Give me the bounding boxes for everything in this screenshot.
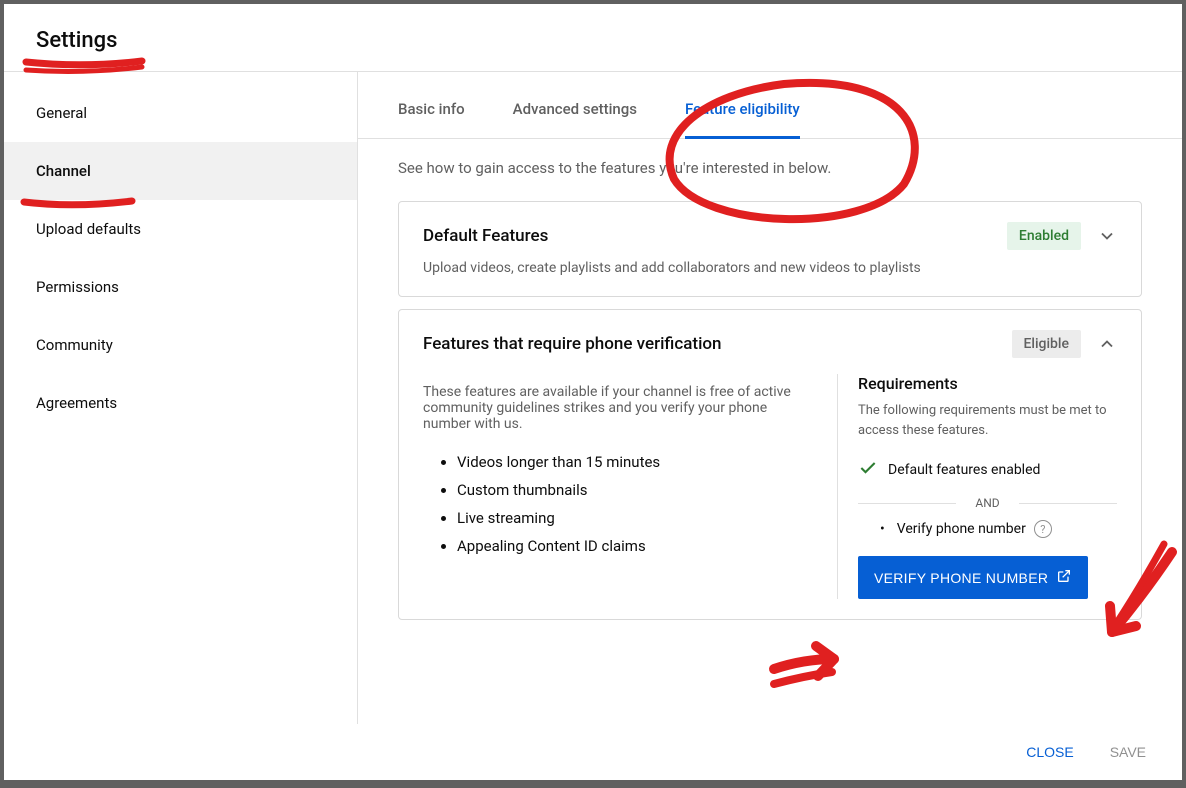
save-button[interactable]: SAVE (1106, 738, 1150, 766)
feature-item: Videos longer than 15 minutes (457, 448, 817, 476)
phone-verification-card: Features that require phone verification… (398, 309, 1142, 620)
requirement-pending: Verify phone number ? (858, 520, 1117, 538)
and-divider: AND (858, 496, 1117, 510)
sidebar-item-label: Agreements (36, 394, 117, 412)
requirements-panel: Requirements The following requirements … (837, 374, 1117, 599)
sidebar-item-label: Permissions (36, 278, 119, 296)
sidebar-item-label: General (36, 104, 87, 122)
features-list: Videos longer than 15 minutes Custom thu… (423, 448, 817, 560)
tab-advanced-settings[interactable]: Advanced settings (513, 100, 637, 138)
card-title: Default Features (423, 226, 991, 246)
help-icon[interactable]: ? (1034, 520, 1052, 538)
sidebar-item-label: Upload defaults (36, 220, 141, 238)
status-badge-eligible: Eligible (1012, 330, 1082, 358)
card-description: Upload videos, create playlists and add … (423, 260, 1117, 276)
dialog-header: Settings (4, 4, 1182, 72)
requirement-text: Default features enabled (888, 462, 1040, 478)
sidebar-item-permissions[interactable]: Permissions (4, 258, 357, 316)
requirements-list: Default features enabled AND Verify phon… (858, 454, 1117, 538)
card-title: Features that require phone verification (423, 334, 996, 354)
sidebar-item-label: Channel (36, 162, 91, 180)
verify-phone-number-button[interactable]: VERIFY PHONE NUMBER (858, 556, 1088, 599)
sidebar-item-community[interactable]: Community (4, 316, 357, 374)
requirements-title: Requirements (858, 374, 1117, 393)
card-header[interactable]: Default Features Enabled (423, 222, 1117, 250)
feature-item: Appealing Content ID claims (457, 532, 817, 560)
requirement-met: Default features enabled (858, 454, 1117, 486)
dialog-footer: CLOSE SAVE (4, 724, 1182, 780)
requirements-description: The following requirements must be met t… (858, 401, 1117, 440)
main-panel: Basic info Advanced settings Feature eli… (358, 72, 1182, 724)
sidebar-item-agreements[interactable]: Agreements (4, 374, 357, 432)
button-label: VERIFY PHONE NUMBER (874, 570, 1048, 586)
sidebar-item-upload-defaults[interactable]: Upload defaults (4, 200, 357, 258)
tab-basic-info[interactable]: Basic info (398, 100, 465, 138)
tab-label: Feature eligibility (685, 100, 800, 118)
close-button[interactable]: CLOSE (1022, 738, 1077, 766)
tab-feature-eligibility[interactable]: Feature eligibility (685, 100, 800, 138)
status-badge-enabled: Enabled (1007, 222, 1081, 250)
sidebar-item-label: Community (36, 336, 113, 354)
card-left: These features are available if your cha… (423, 374, 837, 599)
tab-label: Advanced settings (513, 100, 637, 118)
tab-label: Basic info (398, 100, 465, 118)
settings-dialog: Settings General Channel Upload defaults… (4, 4, 1182, 780)
intro-text: See how to gain access to the features y… (358, 139, 1182, 189)
tabs: Basic info Advanced settings Feature eli… (358, 72, 1182, 139)
open-in-new-icon (1056, 568, 1072, 587)
check-icon (858, 458, 878, 482)
card-description: These features are available if your cha… (423, 384, 817, 432)
chevron-up-icon[interactable] (1097, 334, 1117, 354)
sidebar-item-channel[interactable]: Channel (4, 142, 357, 200)
chevron-down-icon[interactable] (1097, 226, 1117, 246)
requirement-text: Verify phone number (897, 521, 1026, 537)
feature-item: Live streaming (457, 504, 817, 532)
page-title: Settings (36, 28, 1150, 53)
default-features-card: Default Features Enabled Upload videos, … (398, 201, 1142, 297)
sidebar: General Channel Upload defaults Permissi… (4, 72, 358, 724)
sidebar-item-general[interactable]: General (4, 84, 357, 142)
dialog-body: General Channel Upload defaults Permissi… (4, 72, 1182, 724)
card-body: These features are available if your cha… (423, 374, 1117, 599)
card-header[interactable]: Features that require phone verification… (423, 330, 1117, 358)
feature-item: Custom thumbnails (457, 476, 817, 504)
